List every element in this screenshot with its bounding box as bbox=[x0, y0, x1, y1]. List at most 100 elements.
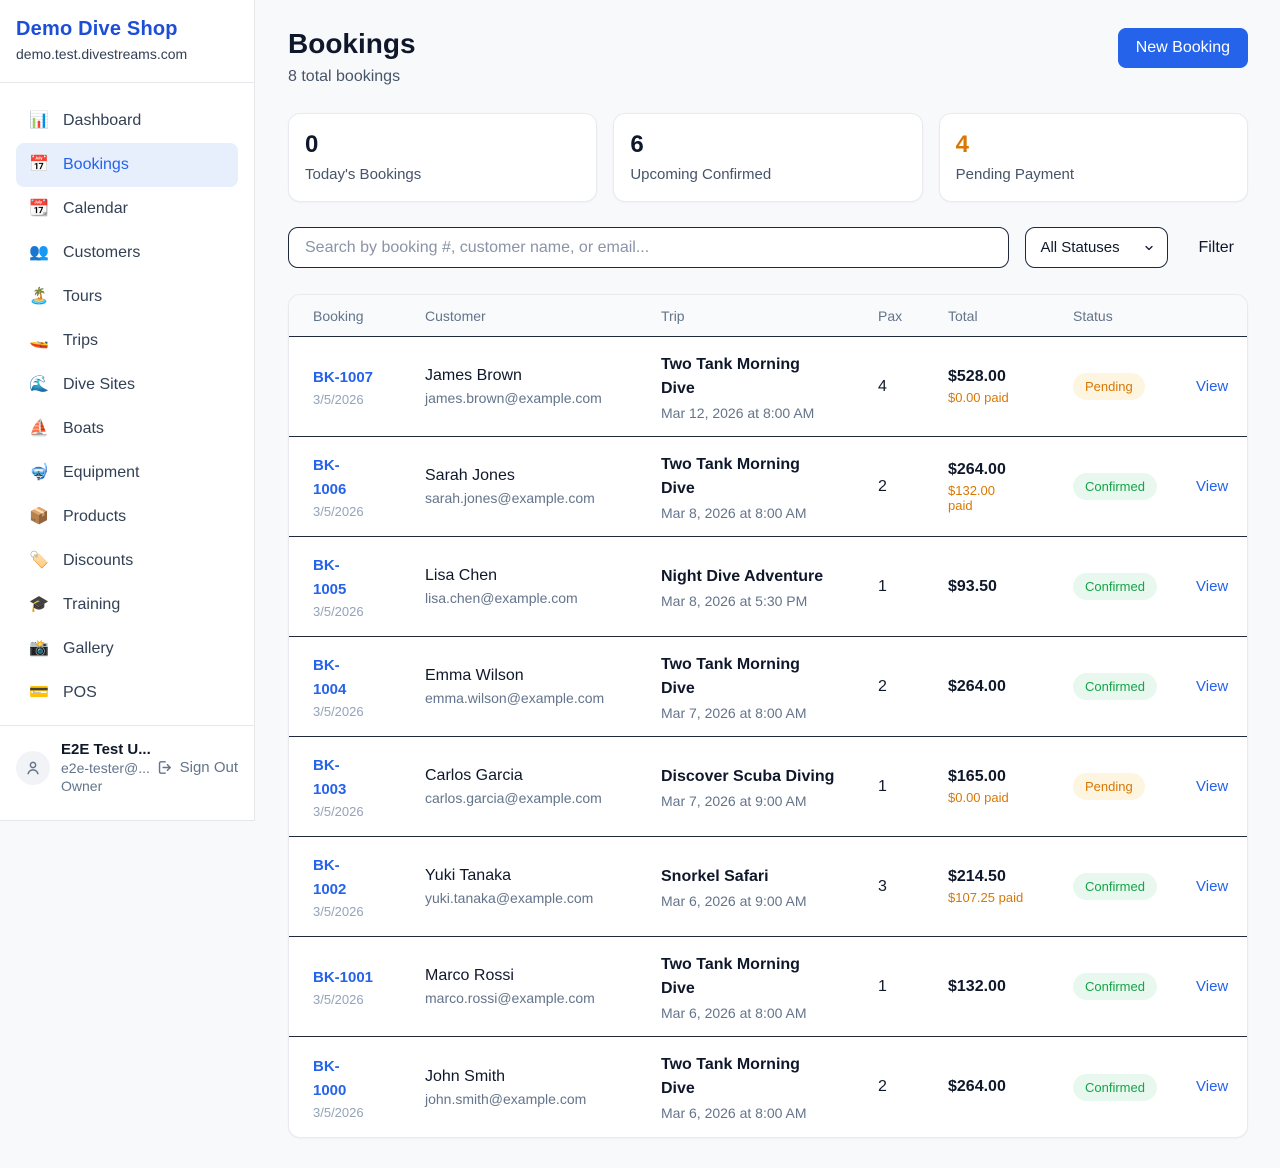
view-link[interactable]: View bbox=[1196, 578, 1228, 595]
total-amount: $264.00 bbox=[948, 1078, 1073, 1096]
status-cell: Pending bbox=[1073, 773, 1196, 800]
sidebar-item-label: Training bbox=[63, 596, 120, 614]
trip-datetime: Mar 7, 2026 at 8:00 AM bbox=[661, 705, 878, 721]
customer-name: John Smith bbox=[425, 1068, 661, 1086]
status-select[interactable]: All Statuses bbox=[1025, 227, 1168, 268]
people-icon: 👥 bbox=[28, 245, 50, 261]
customer-name: James Brown bbox=[425, 367, 661, 385]
booking-link[interactable]: BK-1000 bbox=[313, 1055, 361, 1103]
sidebar-item-trips[interactable]: 🚤 Trips bbox=[16, 319, 238, 363]
status-cell: Confirmed bbox=[1073, 473, 1196, 500]
customer-cell: Carlos Garcia carlos.garcia@example.com bbox=[425, 767, 661, 806]
view-link[interactable]: View bbox=[1196, 978, 1228, 995]
trip-cell: Two Tank Morning Dive Mar 6, 2026 at 8:0… bbox=[661, 1053, 878, 1121]
table-row: BK-1005 3/5/2026 Lisa Chen lisa.chen@exa… bbox=[289, 537, 1247, 637]
customer-email: sarah.jones@example.com bbox=[425, 490, 661, 506]
booking-link[interactable]: BK-1003 bbox=[313, 754, 361, 802]
booking-cell: BK-1001 3/5/2026 bbox=[313, 966, 425, 1007]
total-cell: $93.50 bbox=[948, 578, 1073, 596]
trip-cell: Two Tank Morning Dive Mar 6, 2026 at 8:0… bbox=[661, 953, 878, 1021]
pax-cell: 1 bbox=[878, 978, 948, 996]
stats-row: 0 Today's Bookings 6 Upcoming Confirmed … bbox=[288, 113, 1248, 202]
sidebar-item-calendar[interactable]: 📆 Calendar bbox=[16, 187, 238, 231]
pax-cell: 2 bbox=[878, 678, 948, 696]
booking-link[interactable]: BK-1007 bbox=[313, 369, 373, 386]
total-cell: $214.50 $107.25 paid bbox=[948, 868, 1073, 905]
view-link[interactable]: View bbox=[1196, 1078, 1228, 1095]
trip-cell: Night Dive Adventure Mar 8, 2026 at 5:30… bbox=[661, 565, 878, 609]
pax-cell: 2 bbox=[878, 1078, 948, 1096]
booking-link[interactable]: BK-1002 bbox=[313, 854, 361, 902]
filter-row: All Statuses Filter bbox=[288, 227, 1248, 268]
total-cell: $165.00 $0.00 paid bbox=[948, 768, 1073, 805]
booking-date: 3/5/2026 bbox=[313, 504, 425, 519]
sidebar-item-boats[interactable]: ⛵ Boats bbox=[16, 407, 238, 451]
pax-cell: 2 bbox=[878, 478, 948, 496]
brand-name[interactable]: Demo Dive Shop bbox=[16, 18, 238, 41]
trip-name: Two Tank Morning Dive bbox=[661, 1053, 836, 1101]
status-badge: Confirmed bbox=[1073, 873, 1157, 900]
table-header: Booking Customer Trip Pax Total Status bbox=[289, 295, 1247, 337]
customer-name: Marco Rossi bbox=[425, 967, 661, 985]
sidebar-item-tours[interactable]: 🏝️ Tours bbox=[16, 275, 238, 319]
customer-email: carlos.garcia@example.com bbox=[425, 790, 661, 806]
sidebar-item-label: Dive Sites bbox=[63, 376, 135, 394]
customer-cell: Marco Rossi marco.rossi@example.com bbox=[425, 967, 661, 1006]
customer-name: Lisa Chen bbox=[425, 567, 661, 585]
search-input[interactable] bbox=[288, 227, 1009, 268]
stat-card: 4 Pending Payment bbox=[939, 113, 1248, 202]
table-row: BK-1006 3/5/2026 Sarah Jones sarah.jones… bbox=[289, 437, 1247, 537]
sidebar-item-bookings[interactable]: 📅 Bookings bbox=[16, 143, 238, 187]
view-link[interactable]: View bbox=[1196, 478, 1228, 495]
sidebar-item-dive-sites[interactable]: 🌊 Dive Sites bbox=[16, 363, 238, 407]
sidebar-item-discounts[interactable]: 🏷️ Discounts bbox=[16, 539, 238, 583]
status-cell: Confirmed bbox=[1073, 573, 1196, 600]
sidebar-item-label: Products bbox=[63, 508, 126, 526]
trip-name: Two Tank Morning Dive bbox=[661, 653, 836, 701]
status-select-value: All Statuses bbox=[1040, 239, 1119, 256]
sign-out-button[interactable]: Sign Out bbox=[156, 759, 238, 776]
sidebar-item-pos[interactable]: 💳 POS bbox=[16, 671, 238, 715]
status-badge: Pending bbox=[1073, 373, 1145, 400]
sidebar-item-gallery[interactable]: 📸 Gallery bbox=[16, 627, 238, 671]
trip-name: Snorkel Safari bbox=[661, 865, 836, 889]
new-booking-button[interactable]: New Booking bbox=[1118, 28, 1248, 68]
view-link[interactable]: View bbox=[1196, 878, 1228, 895]
booking-date: 3/5/2026 bbox=[313, 804, 425, 819]
trip-name: Two Tank Morning Dive bbox=[661, 953, 836, 1001]
sidebar-item-dashboard[interactable]: 📊 Dashboard bbox=[16, 99, 238, 143]
pax-cell: 4 bbox=[878, 378, 948, 396]
booking-link[interactable]: BK-1004 bbox=[313, 654, 361, 702]
col-total: Total bbox=[948, 308, 1073, 324]
booking-link[interactable]: BK-1001 bbox=[313, 969, 373, 986]
booking-link[interactable]: BK-1005 bbox=[313, 554, 361, 602]
customer-cell: Yuki Tanaka yuki.tanaka@example.com bbox=[425, 867, 661, 906]
trip-datetime: Mar 8, 2026 at 5:30 PM bbox=[661, 593, 878, 609]
booking-date: 3/5/2026 bbox=[313, 704, 425, 719]
customer-cell: Lisa Chen lisa.chen@example.com bbox=[425, 567, 661, 606]
sidebar-item-customers[interactable]: 👥 Customers bbox=[16, 231, 238, 275]
pax-cell: 1 bbox=[878, 578, 948, 596]
calendar-icon: 📅 bbox=[28, 157, 50, 173]
booking-cell: BK-1003 3/5/2026 bbox=[313, 754, 425, 819]
table-row: BK-1002 3/5/2026 Yuki Tanaka yuki.tanaka… bbox=[289, 837, 1247, 937]
sidebar-item-label: Bookings bbox=[63, 156, 129, 174]
table-row: BK-1007 3/5/2026 James Brown james.brown… bbox=[289, 337, 1247, 437]
graduation-cap-icon: 🎓 bbox=[28, 597, 50, 613]
stat-label: Pending Payment bbox=[956, 166, 1231, 183]
view-link[interactable]: View bbox=[1196, 678, 1228, 695]
table-row: BK-1003 3/5/2026 Carlos Garcia carlos.ga… bbox=[289, 737, 1247, 837]
view-link[interactable]: View bbox=[1196, 778, 1228, 795]
col-booking: Booking bbox=[313, 308, 425, 324]
sidebar-item-equipment[interactable]: 🤿 Equipment bbox=[16, 451, 238, 495]
sidebar-item-products[interactable]: 📦 Products bbox=[16, 495, 238, 539]
filter-button[interactable]: Filter bbox=[1184, 239, 1248, 257]
view-link[interactable]: View bbox=[1196, 378, 1228, 395]
booking-date: 3/5/2026 bbox=[313, 904, 425, 919]
total-amount: $264.00 bbox=[948, 461, 1073, 479]
customer-email: marco.rossi@example.com bbox=[425, 990, 661, 1006]
paid-amount: $132.00 paid bbox=[948, 483, 1008, 513]
sidebar-item-training[interactable]: 🎓 Training bbox=[16, 583, 238, 627]
sidebar-item-label: Trips bbox=[63, 332, 98, 350]
booking-link[interactable]: BK-1006 bbox=[313, 454, 361, 502]
